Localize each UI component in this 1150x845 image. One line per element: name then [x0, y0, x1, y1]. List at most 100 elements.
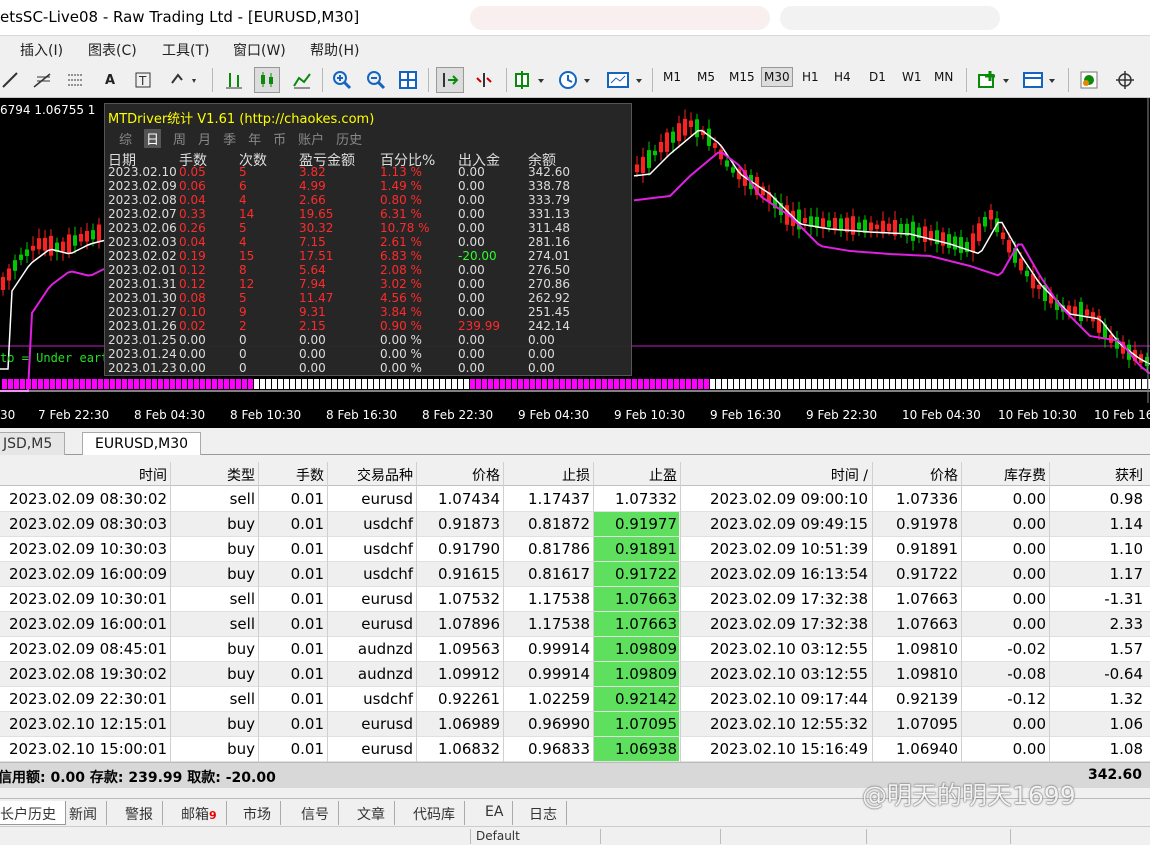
tile-icon[interactable]	[396, 67, 420, 93]
col-header-close-time[interactable]: 时间 /	[831, 465, 868, 485]
zoom-in-icon[interactable]	[330, 67, 354, 93]
col-header-sl[interactable]: 止损	[562, 465, 590, 485]
terminal-tab[interactable]: 市场	[234, 801, 281, 825]
menu-help[interactable]: 帮助(H)	[310, 40, 359, 60]
fibonacci-icon[interactable]	[30, 67, 54, 93]
summary-balance: 342.60	[1087, 767, 1142, 783]
panel-tab-week[interactable]: 周	[173, 129, 186, 148]
cell-sl: 0.96990	[527, 715, 590, 733]
col-header-tp[interactable]: 止盈	[649, 465, 677, 485]
panel-tab-year[interactable]: 年	[248, 129, 261, 148]
cell-lots: 0.01	[290, 490, 324, 508]
histogram-bar	[776, 379, 781, 389]
histogram-bar	[224, 379, 229, 389]
menu-tools[interactable]: 工具(T)	[162, 40, 209, 60]
terminal-tab[interactable]: 新闻	[60, 801, 107, 825]
zoom-out-icon[interactable]	[364, 67, 388, 93]
channel-icon[interactable]	[64, 67, 86, 93]
panel-tab-currency[interactable]: 币	[273, 129, 286, 148]
crosshair-icon[interactable]	[1112, 67, 1138, 93]
histogram-bar	[464, 379, 469, 389]
line-tool-icon[interactable]	[0, 67, 20, 93]
panel-tab-history[interactable]: 历史	[336, 129, 362, 148]
periods-icon[interactable]	[556, 67, 594, 93]
cell-price: 1.09563	[437, 640, 500, 658]
table-row[interactable]: 2023.02.09 16:00:09 buy 0.01 usdchf 0.91615 0…	[0, 562, 1150, 587]
table-row[interactable]: 2023.02.09 08:45:01 buy 0.01 audnzd 1.09563 0…	[0, 637, 1150, 662]
histogram-bar	[146, 379, 151, 389]
timeframe-m30[interactable]: M30	[761, 67, 793, 87]
experts-icon[interactable]	[1076, 67, 1102, 93]
table-row[interactable]: 2023.02.10 12:15:01 buy 0.01 eurusd 1.06989 0…	[0, 712, 1150, 737]
timeframe-mn[interactable]: MN	[934, 70, 953, 84]
menu-charts[interactable]: 图表(C)	[88, 40, 137, 60]
candle-body	[713, 143, 717, 148]
histogram-bar	[404, 379, 409, 389]
table-row[interactable]: 2023.02.09 16:00:01 sell 0.01 eurusd 1.07896…	[0, 612, 1150, 637]
menu-insert[interactable]: 插入(I)	[20, 40, 63, 60]
table-row[interactable]: 2023.02.09 10:30:03 buy 0.01 usdchf 0.91790 0…	[0, 537, 1150, 562]
terminal-tab[interactable]: EA	[476, 801, 514, 825]
timeframe-w1[interactable]: W1	[902, 70, 922, 84]
timeframe-m15[interactable]: M15	[729, 70, 755, 84]
new-order-icon[interactable]	[974, 67, 1014, 93]
terminal-tab[interactable]: 邮箱9	[172, 801, 227, 825]
autoscroll-icon[interactable]	[436, 67, 464, 93]
arrows-icon[interactable]	[166, 67, 202, 93]
col-header-symbol[interactable]: 交易品种	[357, 465, 413, 485]
menu-window[interactable]: 窗口(W)	[233, 40, 286, 60]
candle-chart-icon[interactable]	[254, 67, 280, 93]
histogram-bar	[470, 379, 475, 389]
panel-tab-month[interactable]: 月	[198, 129, 211, 148]
panel-tab-account[interactable]: 账户	[298, 129, 324, 148]
terminal-tab[interactable]: 代码库	[404, 801, 465, 825]
histogram-bar	[164, 379, 169, 389]
table-row[interactable]: 2023.02.09 10:30:01 sell 0.01 eurusd 1.07532…	[0, 587, 1150, 612]
bar-chart-icon[interactable]	[222, 67, 246, 93]
table-row[interactable]: 2023.02.09 22:30:01 sell 0.01 usdchf 0.92261…	[0, 687, 1150, 712]
table-row[interactable]: 2023.02.10 15:00:01 buy 0.01 eurusd 1.06832 0…	[0, 737, 1150, 762]
panel-tab-quarter[interactable]: 季	[223, 129, 236, 148]
templates-icon[interactable]	[604, 67, 646, 93]
histogram-bar	[1076, 379, 1081, 389]
col-header-type[interactable]: 类型	[227, 465, 255, 485]
panel-tab-day[interactable]: 日	[144, 129, 162, 148]
panel-cell-date: 2023.01.23	[108, 361, 177, 375]
table-row[interactable]: 2023.02.08 19:30:02 buy 0.01 audnzd 1.09912 0…	[0, 662, 1150, 687]
col-header-price[interactable]: 价格	[472, 465, 500, 485]
histogram-bar	[104, 379, 109, 389]
terminal-tab[interactable]: 长户历史	[0, 801, 66, 825]
cell-tp: 0.91722	[614, 565, 677, 583]
col-header-profit[interactable]: 获利	[1115, 465, 1143, 485]
panel-cell-lots: 0.10	[179, 305, 206, 319]
terminal-tab[interactable]: 文章	[348, 801, 395, 825]
col-header-swap[interactable]: 库存费	[1004, 465, 1046, 485]
terminal-tab[interactable]: 日志	[520, 801, 567, 825]
histogram-bar	[782, 379, 787, 389]
table-row[interactable]: 2023.02.09 08:30:02 sell 0.01 eurusd 1.07434…	[0, 487, 1150, 512]
label-icon[interactable]: T	[132, 67, 154, 93]
timeframe-d1[interactable]: D1	[869, 70, 886, 84]
chart-tab-eurusd[interactable]: EURUSD,M30	[82, 432, 202, 455]
cell-tp: 1.09809	[614, 665, 677, 683]
timeframe-h1[interactable]: H1	[802, 70, 819, 84]
col-header-close-price[interactable]: 价格	[930, 465, 958, 485]
panel-cell-lots: 0.00	[179, 361, 206, 375]
terminal-tab[interactable]: 警报	[116, 801, 163, 825]
table-row[interactable]: 2023.02.09 08:30:03 buy 0.01 usdchf 0.91873 0…	[0, 512, 1150, 537]
timeframe-m5[interactable]: M5	[697, 70, 715, 84]
terminal-tab[interactable]: 信号	[292, 801, 339, 825]
line-chart-icon[interactable]	[290, 67, 314, 93]
chart-tab-usdjpy[interactable]: JSD,M5	[0, 432, 66, 455]
timeframe-h4[interactable]: H4	[834, 70, 851, 84]
text-icon[interactable]: A	[100, 67, 120, 93]
cell-tp: 0.92142	[614, 690, 677, 708]
col-header-open-time[interactable]: 时间	[139, 465, 167, 485]
profiles-icon[interactable]	[1020, 67, 1060, 93]
timeframe-m1[interactable]: M1	[663, 70, 681, 84]
candle-body	[887, 223, 891, 232]
chart-shift-icon[interactable]	[470, 67, 498, 93]
col-header-lots[interactable]: 手数	[296, 465, 324, 485]
panel-tab-overview[interactable]: 综	[119, 129, 132, 148]
indicators-icon[interactable]	[512, 67, 548, 93]
